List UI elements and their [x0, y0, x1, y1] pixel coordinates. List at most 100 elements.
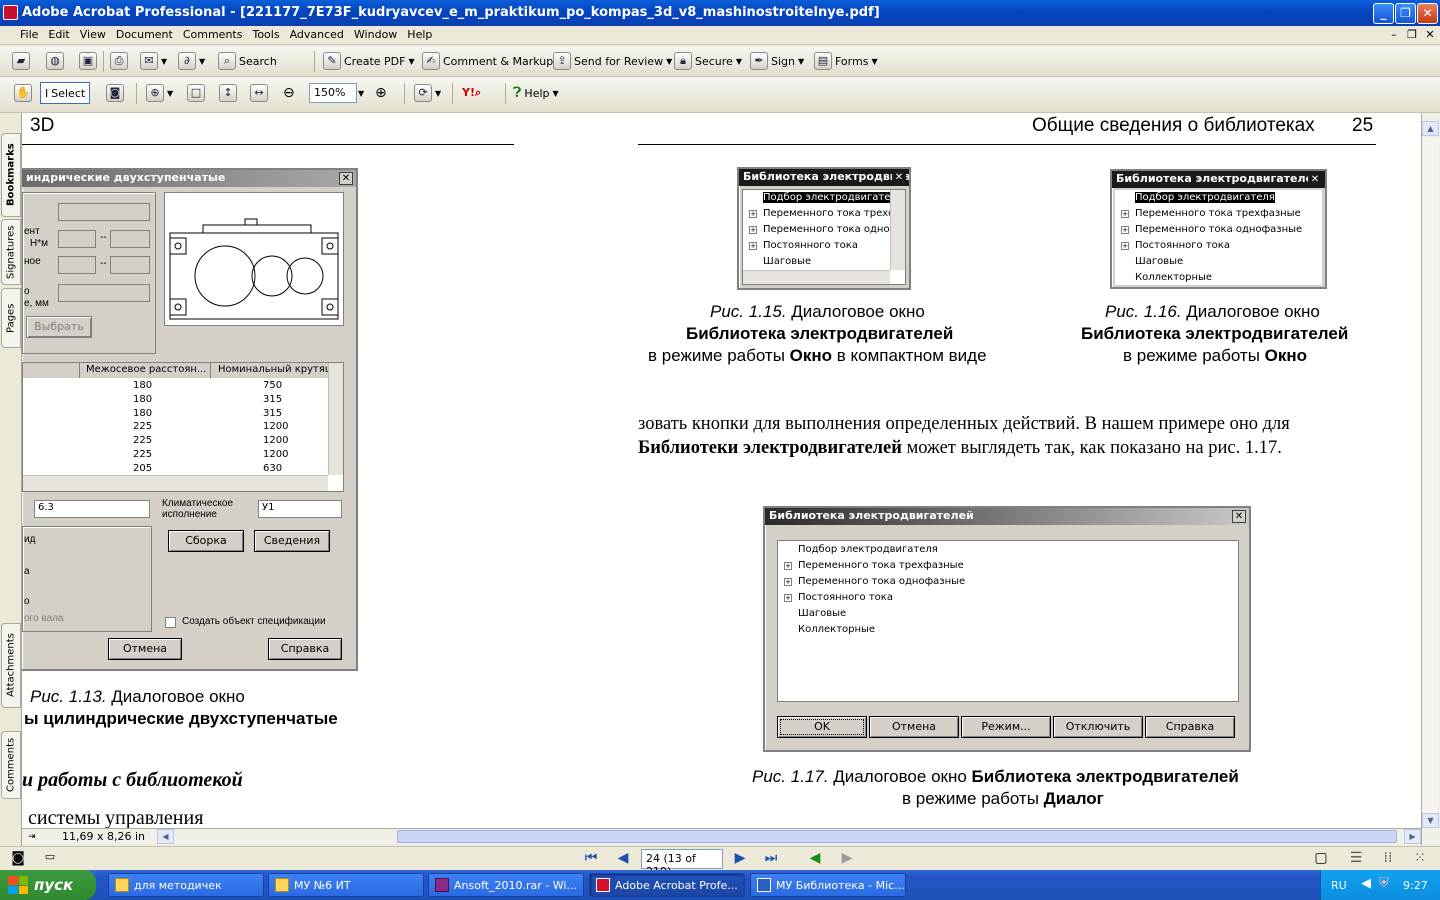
last-page-button[interactable]: ⏭	[762, 850, 780, 866]
torque-min-field[interactable]	[58, 230, 96, 248]
hand-tool-button[interactable]: ✋	[14, 82, 32, 104]
table-row[interactable]: 180 750	[23, 379, 328, 393]
task-acrobat[interactable]: Adobe Acrobat Profe...	[589, 873, 745, 897]
continuous-facing-icon[interactable]: ⁙	[1411, 850, 1429, 866]
vscroll-track[interactable]	[1422, 138, 1439, 828]
first-page-button[interactable]: ⏮	[582, 850, 600, 866]
col-center-distance[interactable]: Межосевое расстоян...	[79, 363, 211, 378]
scroll-down-arrow[interactable]: ▼	[1422, 813, 1439, 828]
fig15-vscroll[interactable]	[890, 190, 905, 270]
next-page-button[interactable]: ▶	[731, 850, 749, 866]
assembly-button[interactable]: Сборка	[168, 530, 244, 552]
minimize-button[interactable]: _	[1373, 3, 1394, 24]
previous-page-button[interactable]: ◀	[614, 850, 632, 866]
fig16-close-icon[interactable]: ✕	[1308, 173, 1322, 186]
torque-max-field[interactable]	[110, 230, 150, 248]
table-row[interactable]: 225 1200	[23, 448, 328, 462]
menu-help[interactable]: Help	[402, 26, 437, 41]
start-button[interactable]: пуск	[0, 870, 96, 900]
document-vscroll[interactable]: ▲ ▼	[1421, 113, 1440, 845]
fig17-disable-button[interactable]: Отключить	[1053, 716, 1143, 738]
task-folder-methods[interactable]: для методичек	[108, 873, 264, 897]
tree-item[interactable]: + Переменного тока трехфазные	[1115, 206, 1322, 222]
tree-item[interactable]: + Переменного тока однофазные	[778, 574, 1238, 590]
menu-window[interactable]: Window	[349, 26, 402, 41]
tab-comments[interactable]: Comments	[1, 731, 21, 799]
tree-item[interactable]: Шаговые	[743, 254, 905, 270]
zoom-out-button[interactable]: ⊖	[283, 82, 295, 104]
tree-item[interactable]: + Переменного тока одноф	[743, 222, 905, 238]
tree-item[interactable]: + Постоянного тока	[1115, 238, 1322, 254]
zoom-in-button[interactable]: ⊕	[375, 82, 387, 104]
snapshot-button[interactable]: ◙	[106, 82, 124, 104]
menu-comments[interactable]: Comments	[178, 26, 248, 41]
fig17-tree[interactable]: Подбор электродвигателя + Переменного тока…	[777, 540, 1239, 702]
tree-item[interactable]: Подбор электродвигателя	[1115, 190, 1322, 206]
gearbox-close-icon[interactable]: ✕	[339, 172, 353, 185]
fig17-ok-button[interactable]: OK	[777, 716, 867, 738]
menu-document[interactable]: Document	[111, 26, 178, 41]
tab-attachments[interactable]: Attachments	[1, 623, 21, 708]
distance-select[interactable]	[58, 284, 150, 302]
expand-icon[interactable]: +	[749, 226, 757, 234]
expand-icon[interactable]: +	[749, 210, 757, 218]
spec-checkbox[interactable]	[165, 617, 176, 628]
create-pdf-button[interactable]: ✎ Create PDF ▼	[323, 50, 415, 72]
tree-item[interactable]: Коллекторные	[778, 622, 1238, 638]
table-row[interactable]: 225 1200	[23, 420, 328, 434]
menu-file[interactable]: File	[0, 26, 43, 41]
tab-pages[interactable]: Pages	[1, 288, 21, 348]
language-indicator[interactable]: RU	[1331, 879, 1347, 892]
forms-button[interactable]: ▤ Forms ▼	[814, 50, 878, 72]
page-number-input[interactable]: 24 (13 of 219)	[641, 849, 723, 878]
email-button[interactable]: ✉ ▼	[140, 50, 167, 72]
menu-tools[interactable]: Tools	[247, 26, 284, 41]
help-button[interactable]: ❓︎ Help ▼	[513, 82, 559, 104]
tree-item[interactable]: + Переменного тока трехф	[743, 206, 905, 222]
scroll-left-arrow[interactable]: ◀	[157, 829, 174, 844]
tree-item[interactable]: Шаговые	[778, 606, 1238, 622]
expand-icon[interactable]: +	[1121, 226, 1129, 234]
tree-item[interactable]: Шаговые	[1115, 254, 1322, 270]
ratio-min-field[interactable]	[58, 256, 96, 274]
tree-item[interactable]: Подбор электродвигател	[743, 190, 905, 206]
previous-view-button[interactable]: ◀	[806, 850, 824, 866]
antivirus-icon[interactable]: ⛨	[1379, 876, 1389, 891]
tree-item[interactable]: + Постоянного тока	[743, 238, 905, 254]
attach-button[interactable]: ∂ ▼	[178, 50, 205, 72]
fig17-help-dialog-button[interactable]: Справка	[1145, 716, 1235, 738]
send-review-button[interactable]: ⇪ Send for Review ▼	[553, 50, 672, 72]
restore-button[interactable]: ❐	[1395, 3, 1416, 24]
page-view-icon[interactable]: ◙	[9, 850, 27, 866]
doc-close-icon[interactable]: ✕	[1423, 28, 1437, 42]
expand-icon[interactable]: +	[784, 594, 792, 602]
fig17-cancel-button[interactable]: Отмена	[869, 716, 959, 738]
organizer-button[interactable]: ◍	[46, 50, 64, 72]
doc-restore-icon[interactable]: ❐	[1405, 28, 1419, 42]
help-dialog-button[interactable]: Справка	[268, 638, 342, 660]
network-icon[interactable]: ◀	[1361, 876, 1371, 891]
fig15-close-icon[interactable]: ✕	[892, 171, 906, 184]
fig15-tree[interactable]: Подбор электродвигател + Переменного тока …	[742, 189, 906, 285]
tab-bookmarks[interactable]: Bookmarks	[1, 133, 21, 217]
expand-icon[interactable]: +	[749, 242, 757, 250]
tree-item[interactable]: Подбор электродвигателя	[778, 542, 1238, 558]
menu-edit[interactable]: Edit	[43, 26, 74, 41]
table-hscroll[interactable]	[23, 475, 328, 491]
scroll-up-arrow[interactable]: ▲	[1422, 121, 1439, 136]
zoom-in-tool-button[interactable]: ⊕ ▼	[146, 82, 173, 104]
tree-item[interactable]: + Переменного тока однофазные	[1115, 222, 1322, 238]
open-button[interactable]: ▰	[12, 50, 30, 72]
select-tool-button[interactable]: I Select	[40, 82, 91, 104]
comment-markup-button[interactable]: ✍Comment & Markup▼	[422, 50, 562, 72]
fig16-tree[interactable]: Подбор электродвигателя + Переменного тока…	[1115, 190, 1322, 285]
climate-select[interactable]: У1	[258, 500, 342, 518]
info-button[interactable]: Сведения	[254, 530, 330, 552]
zoom-dropdown[interactable]: ▼	[358, 82, 364, 104]
col-torque[interactable]: Номинальный крутящ	[212, 363, 328, 378]
ratio-max-field[interactable]	[110, 256, 150, 274]
sign-button[interactable]: ✒ Sign ▼	[750, 50, 804, 72]
menu-view[interactable]: View	[75, 26, 111, 41]
expand-icon[interactable]: +	[1121, 210, 1129, 218]
rotate-button[interactable]: ⟳ ▼	[414, 82, 441, 104]
